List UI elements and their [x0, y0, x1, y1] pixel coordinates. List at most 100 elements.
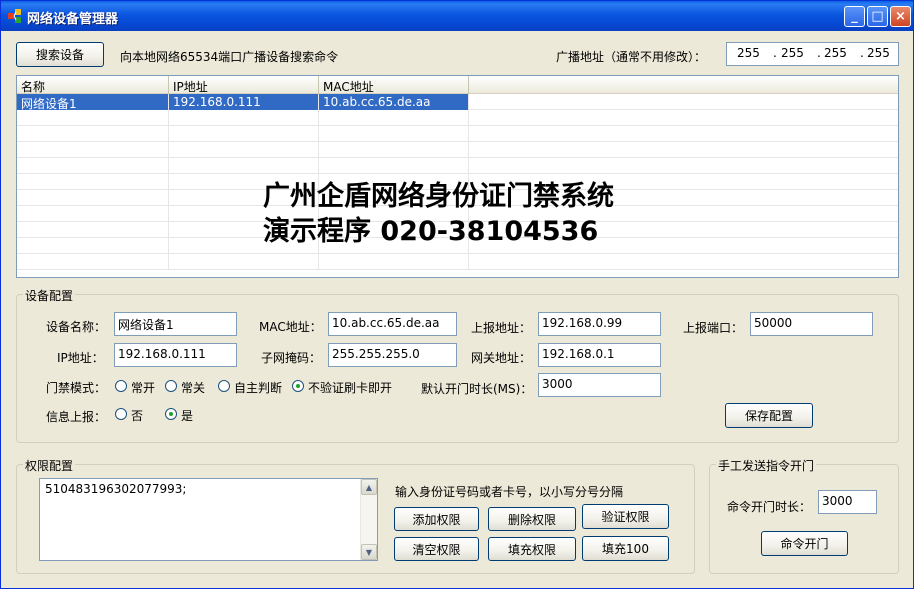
device-name-label: 设备名称：	[46, 320, 107, 334]
close-button[interactable]: ×	[890, 6, 911, 27]
ip-octet-2[interactable]: 255	[781, 46, 804, 60]
save-config-button[interactable]: 保存配置	[725, 403, 813, 428]
permission-hint: 输入身份证号码或者卡号，以小写分号分隔	[395, 485, 624, 499]
report-port-label: 上报端口：	[683, 321, 744, 335]
permission-scrollbar[interactable]: ▲ ▼	[360, 479, 377, 560]
add-permission-button[interactable]: 添加权限	[394, 507, 479, 531]
fill-100-button[interactable]: 填充100	[582, 536, 669, 561]
door-mode-option-label[interactable]: 常关	[181, 379, 205, 396]
empty-list-cell	[17, 142, 169, 158]
gateway-label: 网关地址：	[471, 351, 532, 365]
watermark-line-1: 广州企盾网络身份证门禁系统	[263, 181, 614, 212]
subnet-mask-field[interactable]: 255.255.255.0	[328, 343, 457, 367]
ip-dot: .	[817, 46, 821, 60]
empty-list-cell	[17, 158, 169, 174]
door-mode-radio-normally-closed[interactable]	[165, 380, 177, 392]
ip-field[interactable]: 192.168.0.111	[114, 343, 237, 367]
scroll-down-icon[interactable]: ▼	[361, 544, 377, 560]
watermark-overlay: 广州企盾网络身份证门禁系统 演示程序 020-38104536	[263, 179, 614, 249]
door-mode-option-label[interactable]: 常开	[131, 379, 155, 396]
door-mode-option-label[interactable]: 不验证刷卡即开	[308, 379, 392, 396]
empty-list-cell	[17, 254, 169, 270]
watermark-line-2: 演示程序 020-38104536	[263, 216, 599, 247]
empty-list-cell	[319, 158, 469, 174]
permission-config-title: 权限配置	[23, 457, 76, 474]
window-title: 网络设备管理器	[27, 12, 119, 27]
device-name-field[interactable]: 网络设备1	[114, 312, 237, 336]
empty-list-row	[17, 126, 898, 142]
app-icon	[8, 9, 21, 23]
minimize-button[interactable]: _	[844, 6, 865, 27]
column-header-mac[interactable]: MAC地址	[319, 76, 469, 94]
info-report-option-label[interactable]: 否	[131, 407, 143, 424]
device-row-ip: 192.168.0.111	[169, 94, 319, 110]
command-open-button[interactable]: 命令开门	[761, 531, 848, 556]
empty-list-cell	[17, 206, 169, 222]
empty-list-cell	[169, 142, 319, 158]
manual-open-group: 手工发送指令开门	[709, 457, 899, 574]
report-address-field[interactable]: 192.168.0.99	[538, 312, 661, 336]
empty-list-cell	[169, 126, 319, 142]
mac-label: MAC地址：	[259, 320, 322, 334]
column-header-name[interactable]: 名称	[17, 76, 169, 94]
empty-list-cell	[17, 222, 169, 238]
ip-dot: .	[860, 46, 864, 60]
empty-list-cell	[319, 126, 469, 142]
report-port-field[interactable]: 50000	[750, 312, 873, 336]
device-row-name: 网络设备1	[17, 94, 169, 111]
ip-octet-3[interactable]: 255	[824, 46, 847, 60]
broadcast-address-label: 广播地址（通常不用修改）：	[556, 50, 707, 64]
subnet-mask-label: 子网掩码：	[261, 351, 322, 365]
info-report-radio-yes[interactable]	[165, 408, 177, 420]
empty-list-cell	[17, 126, 169, 142]
empty-list-cell	[17, 238, 169, 254]
permission-text: 510483196302077993;	[45, 482, 187, 496]
door-mode-option-label[interactable]: 自主判断	[234, 379, 282, 396]
title-bar[interactable]: 网络设备管理器 _ □ ×	[1, 1, 913, 31]
fill-permission-button[interactable]: 填充权限	[488, 537, 576, 561]
door-mode-radio-no-verify[interactable]	[292, 380, 304, 392]
verify-permission-button[interactable]: 验证权限	[582, 504, 669, 529]
door-mode-radio-auto[interactable]	[218, 380, 230, 392]
empty-list-cell	[319, 110, 469, 126]
delete-permission-button[interactable]: 删除权限	[488, 507, 576, 531]
ip-octet-4[interactable]: 255	[867, 46, 890, 60]
empty-list-cell	[319, 254, 469, 270]
empty-list-cell	[319, 142, 469, 158]
maximize-button[interactable]: □	[867, 6, 888, 27]
ip-dot: .	[773, 46, 777, 60]
info-report-label: 信息上报：	[46, 410, 107, 424]
empty-list-cell	[169, 158, 319, 174]
report-address-label: 上报地址：	[471, 321, 532, 335]
gateway-field[interactable]: 192.168.0.1	[538, 343, 661, 367]
empty-list-cell	[169, 110, 319, 126]
empty-list-row	[17, 142, 898, 158]
scroll-up-icon[interactable]: ▲	[361, 479, 377, 495]
command-duration-field[interactable]: 3000	[818, 490, 877, 514]
permission-textarea[interactable]: 510483196302077993; ▲ ▼	[39, 478, 378, 561]
door-mode-radio-normally-open[interactable]	[115, 380, 127, 392]
minimize-icon: _	[851, 9, 858, 24]
clear-permission-button[interactable]: 清空权限	[394, 537, 479, 561]
device-config-title: 设备配置	[23, 287, 76, 304]
ip-label: IP地址：	[57, 351, 104, 365]
device-row[interactable]: 网络设备1 192.168.0.111 10.ab.cc.65.de.aa	[17, 94, 898, 111]
search-device-button[interactable]: 搜索设备	[16, 42, 104, 67]
open-time-label: 默认开门时长(MS)：	[421, 382, 533, 396]
empty-list-cell	[17, 174, 169, 190]
info-report-radio-no[interactable]	[115, 408, 127, 420]
ip-octet-1[interactable]: 255	[737, 46, 760, 60]
broadcast-address-input[interactable]: 255 . 255 . 255 . 255	[726, 42, 899, 66]
empty-list-cell	[17, 110, 169, 126]
broadcast-hint: 向本地网络65534端口广播设备搜索命令	[120, 50, 339, 64]
door-mode-label: 门禁模式：	[46, 381, 107, 395]
main-window: 网络设备管理器 _ □ × 搜索设备 向本地网络65534端口广播设备搜索命令 …	[0, 0, 914, 589]
device-list-header: 名称 IP地址 MAC地址	[17, 76, 898, 94]
command-duration-label: 命令开门时长：	[727, 500, 812, 514]
column-header-ip[interactable]: IP地址	[169, 76, 319, 94]
info-report-option-label[interactable]: 是	[181, 407, 193, 424]
close-icon: ×	[895, 9, 906, 24]
mac-field[interactable]: 10.ab.cc.65.de.aa	[328, 312, 457, 336]
empty-list-row	[17, 158, 898, 174]
open-time-field[interactable]: 3000	[538, 373, 661, 397]
